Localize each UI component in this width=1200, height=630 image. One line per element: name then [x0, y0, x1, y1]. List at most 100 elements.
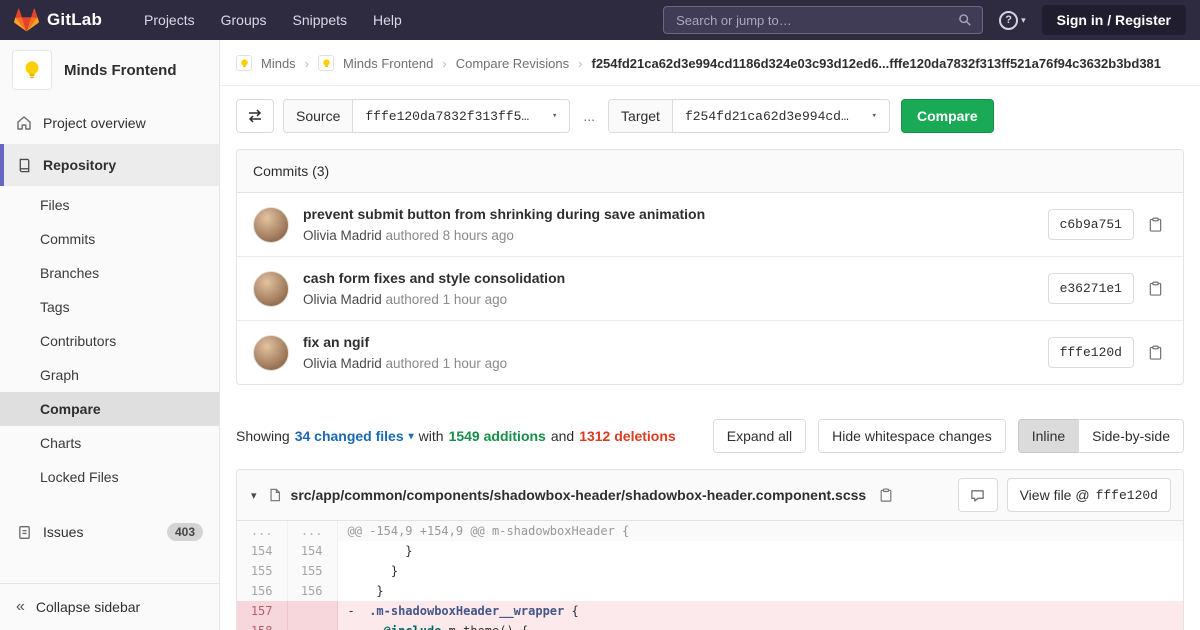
toggle-comments-button[interactable]: [958, 478, 998, 512]
view-file-sha: fffe120d: [1096, 488, 1158, 503]
nav-projects[interactable]: Projects: [144, 12, 195, 28]
sidebar-item-repository[interactable]: Repository: [0, 144, 219, 186]
showing-label: Showing: [236, 428, 290, 444]
sidebar-item-project-overview[interactable]: Project overview: [0, 102, 219, 144]
project-name: Minds Frontend: [64, 62, 177, 79]
swap-revisions-button[interactable]: [236, 99, 274, 133]
breadcrumb-link-compare-revisions[interactable]: Compare Revisions: [456, 56, 569, 71]
compare-button[interactable]: Compare: [901, 99, 994, 133]
side-by-side-view-button[interactable]: Side-by-side: [1078, 419, 1184, 453]
sidebar-item-label: Issues: [43, 524, 83, 540]
diff-code: }: [337, 581, 1183, 601]
chevron-down-icon: ▾: [872, 111, 877, 121]
collapse-diff-icon[interactable]: ▾: [249, 489, 259, 502]
file-icon: [268, 488, 282, 502]
search-icon: [958, 13, 972, 27]
breadcrumb-link-project[interactable]: Minds Frontend: [343, 56, 433, 71]
target-ref-group: Target f254fd21ca62d3e994cd… ▾: [608, 99, 890, 133]
gitlab-logo-text: GitLab: [47, 10, 102, 30]
new-line-number[interactable]: [287, 621, 337, 630]
source-ref-value: fffe120da7832f313ff5…: [365, 109, 529, 124]
sidebar-item-label: Repository: [43, 157, 116, 173]
new-line-number[interactable]: 155: [287, 561, 337, 581]
nav-groups[interactable]: Groups: [221, 12, 267, 28]
new-line-number[interactable]: [287, 601, 337, 621]
nav-snippets[interactable]: Snippets: [293, 12, 347, 28]
question-icon: ?: [999, 11, 1018, 30]
diff-deletion-row: 157 - .m-shadowboxHeader__wrapper {: [237, 601, 1183, 621]
commit-time: authored 1 hour ago: [382, 356, 507, 371]
author-avatar[interactable]: [253, 335, 289, 371]
commit-author[interactable]: Olivia Madrid: [303, 292, 382, 307]
nav-help[interactable]: Help: [373, 12, 402, 28]
copy-sha-button[interactable]: [1144, 277, 1167, 300]
sidebar-item-compare[interactable]: Compare: [0, 392, 219, 426]
breadcrumb-separator-icon: ›: [578, 56, 582, 71]
diff-line-row: 156 156 }: [237, 581, 1183, 601]
sidebar-item-contributors[interactable]: Contributors: [0, 324, 219, 358]
commit-title[interactable]: cash form fixes and style consolidation: [303, 270, 1048, 286]
search-box: [663, 6, 983, 34]
diff-view-toggle: Inline Side-by-side: [1018, 419, 1184, 453]
view-file-label: View file @: [1020, 487, 1090, 503]
target-ref-dropdown[interactable]: f254fd21ca62d3e994cd… ▾: [673, 100, 889, 132]
help-menu[interactable]: ? ▾: [999, 11, 1026, 30]
old-line-number[interactable]: 155: [237, 561, 287, 581]
old-line-number: ...: [237, 521, 287, 541]
new-line-number[interactable]: 154: [287, 541, 337, 561]
commit-author[interactable]: Olivia Madrid: [303, 356, 382, 371]
target-ref-value: f254fd21ca62d3e994cd…: [685, 109, 849, 124]
collapse-label: Collapse sidebar: [36, 599, 140, 615]
copy-sha-button[interactable]: [1144, 213, 1167, 236]
sidebar-item-locked-files[interactable]: Locked Files: [0, 460, 219, 494]
commit-author[interactable]: Olivia Madrid: [303, 228, 382, 243]
sidebar-item-issues[interactable]: Issues 403: [0, 511, 219, 553]
old-line-number[interactable]: 156: [237, 581, 287, 601]
hide-whitespace-button[interactable]: Hide whitespace changes: [818, 419, 1006, 453]
source-ref-dropdown[interactable]: fffe120da7832f313ff5… ▾: [353, 100, 569, 132]
issues-count-badge: 403: [167, 523, 203, 541]
commit-time: authored 8 hours ago: [382, 228, 514, 243]
changed-files-dropdown[interactable]: 34 changed files ▾: [295, 428, 414, 444]
sign-in-register-button[interactable]: Sign in / Register: [1042, 5, 1186, 35]
commit-sha[interactable]: c6b9a751: [1048, 209, 1134, 240]
old-line-number[interactable]: 158: [237, 621, 287, 630]
commit-title[interactable]: prevent submit button from shrinking dur…: [303, 206, 1048, 222]
sidebar-item-files[interactable]: Files: [0, 188, 219, 222]
copy-file-path-button[interactable]: [875, 484, 897, 506]
diff-file-path[interactable]: src/app/common/components/shadowbox-head…: [291, 487, 867, 503]
commit-title[interactable]: fix an ngif: [303, 334, 1048, 350]
breadcrumb-separator-icon: ›: [305, 56, 309, 71]
project-header[interactable]: Minds Frontend: [0, 40, 219, 102]
sidebar-item-tags[interactable]: Tags: [0, 290, 219, 324]
sidebar-item-charts[interactable]: Charts: [0, 426, 219, 460]
hunk-header-code: @@ -154,9 +154,9 @@ m-shadowboxHeader {: [337, 521, 1183, 541]
expand-all-button[interactable]: Expand all: [713, 419, 806, 453]
sidebar-item-branches[interactable]: Branches: [0, 256, 219, 290]
author-avatar[interactable]: [253, 271, 289, 307]
old-line-number[interactable]: 154: [237, 541, 287, 561]
issues-icon: [16, 525, 32, 540]
copy-sha-button[interactable]: [1144, 341, 1167, 364]
main-nav: Projects Groups Snippets Help: [144, 12, 402, 28]
sidebar-item-commits[interactable]: Commits: [0, 222, 219, 256]
chevron-down-icon: ▾: [552, 111, 557, 121]
search-input[interactable]: [674, 12, 950, 29]
breadcrumb-link-minds[interactable]: Minds: [261, 56, 296, 71]
new-line-number[interactable]: 156: [287, 581, 337, 601]
breadcrumb-current-shas: f254fd21ca62d3e994cd1186d324e03c93d12ed6…: [591, 56, 1161, 71]
repository-icon: [16, 158, 32, 173]
inline-view-button[interactable]: Inline: [1018, 419, 1079, 453]
group-avatar: [236, 55, 252, 71]
commit-sha[interactable]: e36271e1: [1048, 273, 1134, 304]
commit-sha[interactable]: fffe120d: [1048, 337, 1134, 368]
view-file-button[interactable]: View file @ fffe120d: [1007, 478, 1171, 512]
gitlab-logo[interactable]: GitLab: [14, 8, 102, 32]
new-line-number: ...: [287, 521, 337, 541]
collapse-sidebar-button[interactable]: « Collapse sidebar: [0, 583, 219, 630]
author-avatar[interactable]: [253, 207, 289, 243]
breadcrumb: Minds › Minds Frontend › Compare Revisio…: [220, 40, 1200, 86]
old-line-number[interactable]: 157: [237, 601, 287, 621]
sidebar-item-graph[interactable]: Graph: [0, 358, 219, 392]
collapse-icon: «: [16, 598, 25, 616]
